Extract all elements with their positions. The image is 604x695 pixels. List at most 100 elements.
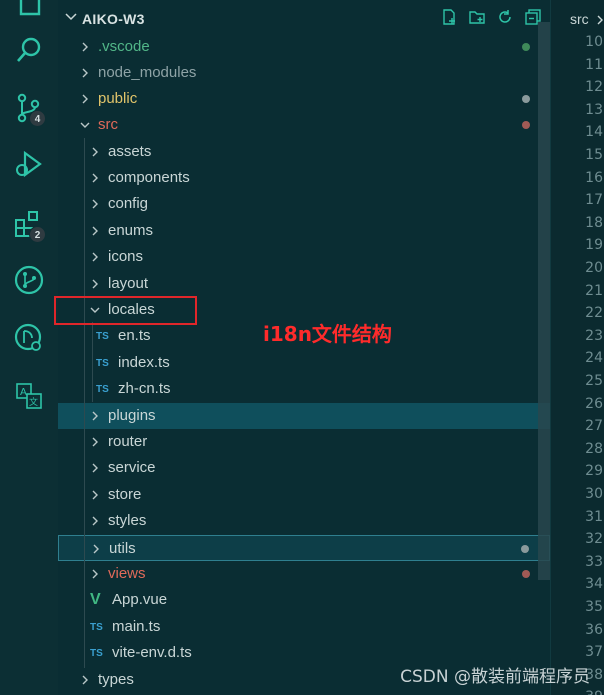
typescript-file-icon: TS — [96, 384, 109, 395]
workspace-title[interactable]: AIKO-W3 — [82, 11, 145, 27]
tree-folder-row[interactable]: store — [58, 482, 550, 508]
explorer-actions — [440, 8, 542, 26]
line-number: 15 — [585, 147, 603, 163]
new-folder-icon[interactable] — [468, 8, 486, 26]
line-number: 19 — [585, 237, 603, 254]
tree-folder-row[interactable]: utils — [58, 535, 550, 561]
tree-item-label: en.ts — [118, 327, 151, 344]
chevron-down-icon[interactable] — [64, 10, 78, 24]
tree-item-label: utils — [109, 540, 136, 557]
chevron-right-icon — [597, 15, 603, 25]
tree-folder-row[interactable]: layout — [58, 271, 550, 297]
explorer-header: AIKO-W3 — [58, 8, 550, 30]
typescript-file-icon: TS — [96, 358, 109, 369]
watermark: CSDN @散装前端程序员 — [400, 667, 590, 687]
translate-icon[interactable]: A 文 — [13, 380, 45, 412]
line-number: 33 — [585, 553, 603, 570]
line-number: 20 — [585, 260, 603, 276]
chevron-right-icon — [82, 42, 88, 52]
line-number: 13 — [585, 101, 603, 118]
tree-folder-row[interactable]: styles — [58, 508, 550, 534]
files-icon[interactable] — [13, 0, 45, 18]
chevron-right-icon — [92, 569, 98, 579]
tree-folder-row[interactable]: enums — [58, 218, 550, 244]
git-graph-icon[interactable] — [13, 264, 45, 296]
line-number: 25 — [585, 373, 603, 389]
refresh-icon[interactable] — [496, 8, 514, 26]
line-number: 29 — [585, 463, 603, 480]
typescript-file-icon: TS — [90, 648, 103, 659]
tree-item-label: vite-env.d.ts — [112, 644, 192, 661]
breadcrumb-src[interactable]: src — [570, 11, 589, 27]
line-number: 31 — [585, 508, 603, 525]
explorer-scrollbar[interactable] — [538, 22, 550, 580]
line-number: 22 — [585, 305, 603, 322]
tree-folder-row[interactable]: node_modules — [58, 60, 550, 86]
tree-item-label: enums — [108, 222, 154, 239]
line-number: 37 — [585, 644, 603, 661]
source-control-badge: 4 — [29, 110, 46, 127]
tree-folder-row[interactable]: views — [58, 561, 550, 587]
indent-guide — [84, 138, 85, 668]
tree-folder-row[interactable]: assets — [58, 139, 550, 165]
tree-file-row[interactable]: TS index.ts — [58, 350, 550, 376]
line-number: 34 — [585, 576, 603, 593]
tree-item-label: src — [98, 116, 118, 133]
tree-folder-row[interactable]: public — [58, 86, 550, 112]
line-number: 32 — [585, 531, 603, 548]
line-number: 30 — [585, 486, 603, 502]
tree-item-label: views — [108, 565, 146, 582]
search-icon[interactable] — [13, 34, 45, 66]
tree-item-label: public — [98, 90, 138, 107]
tree-folder-row[interactable]: src — [58, 112, 550, 138]
remote-icon[interactable] — [13, 322, 45, 354]
chevron-right-icon — [92, 147, 98, 157]
git-status-dot — [521, 545, 529, 553]
line-number: 14 — [585, 124, 603, 141]
line-number: 24 — [585, 350, 603, 367]
tree-item-label: service — [108, 459, 156, 476]
tree-item-label: .vscode — [98, 38, 150, 55]
chevron-right-icon — [82, 68, 88, 78]
line-number: 16 — [585, 169, 603, 186]
tree-folder-row[interactable]: components — [58, 165, 550, 191]
tree-item-label: styles — [108, 512, 147, 529]
run-debug-icon[interactable] — [13, 148, 45, 180]
svg-text:文: 文 — [29, 396, 38, 408]
tree-folder-row[interactable]: icons — [58, 244, 550, 270]
tree-item-label: App.vue — [112, 591, 168, 608]
chevron-down-icon — [80, 122, 90, 128]
tree-item-label: main.ts — [112, 618, 161, 635]
extensions-badge: 2 — [29, 226, 46, 243]
new-file-icon[interactable] — [440, 8, 458, 26]
chevron-right-icon — [92, 516, 98, 526]
tree-item-label: config — [108, 195, 149, 212]
chevron-right-icon — [93, 544, 99, 554]
tree-folder-row[interactable]: .vscode — [58, 34, 550, 60]
git-status-dot — [522, 43, 530, 51]
line-number: 26 — [585, 395, 603, 412]
chevron-right-icon — [92, 437, 98, 447]
chevron-right-icon — [92, 463, 98, 473]
annotation-text: i18n文件结构 — [263, 322, 392, 346]
chevron-right-icon — [92, 490, 98, 500]
line-number: 18 — [585, 214, 603, 231]
tree-folder-row[interactable]: service — [58, 455, 550, 481]
line-number: 35 — [585, 599, 603, 615]
line-number: 23 — [585, 327, 603, 344]
tree-file-row[interactable]: V App.vue — [58, 587, 550, 613]
tree-folder-row[interactable]: config — [58, 191, 550, 217]
activity-bar: 4 2 A 文 — [0, 0, 58, 695]
chevron-right-icon — [82, 94, 88, 104]
line-number: 12 — [585, 79, 603, 96]
tree-folder-row[interactable]: router — [58, 429, 550, 455]
tree-folder-row[interactable]: plugins — [58, 403, 550, 429]
chevron-right-icon — [92, 411, 98, 421]
tree-file-row[interactable]: TS main.ts — [58, 614, 550, 640]
tree-file-row[interactable]: TS zh-cn.ts — [58, 376, 550, 402]
line-number: 21 — [585, 282, 603, 299]
line-number: 36 — [585, 621, 603, 638]
tree-item-label: zh-cn.ts — [118, 380, 171, 397]
tree-item-label: icons — [108, 248, 144, 265]
git-status-dot — [522, 121, 530, 129]
